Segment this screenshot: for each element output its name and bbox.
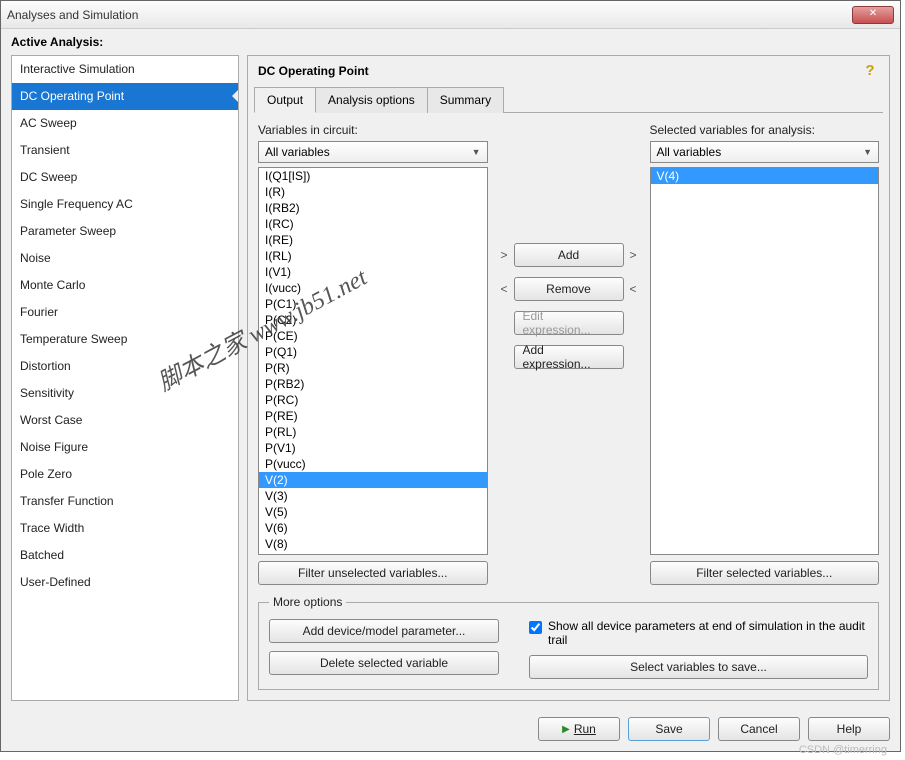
sidebar-item[interactable]: Distortion [12, 353, 238, 380]
listbox-item[interactable]: I(vucc) [259, 280, 487, 296]
sidebar-item[interactable]: Noise Figure [12, 434, 238, 461]
sidebar-item[interactable]: Trace Width [12, 515, 238, 542]
show-all-label[interactable]: Show all device parameters at end of sim… [548, 619, 868, 647]
active-analysis-header: Active Analysis: [1, 29, 900, 55]
arrow-left-icon: < [630, 282, 637, 296]
save-button[interactable]: Save [628, 717, 710, 741]
play-icon: ▶ [562, 724, 570, 735]
selected-filter-combo[interactable]: All variables ▼ [650, 141, 880, 163]
sidebar-item[interactable]: DC Sweep [12, 164, 238, 191]
listbox-item[interactable]: P(C1) [259, 296, 487, 312]
listbox-item[interactable]: P(Q1) [259, 344, 487, 360]
close-button[interactable]: ✕ [852, 6, 894, 24]
panel-title: DC Operating Point [258, 64, 861, 78]
selected-label: Selected variables for analysis: [650, 123, 880, 137]
arrow-right-icon: > [630, 248, 637, 262]
select-variables-save-button[interactable]: Select variables to save... [529, 655, 868, 679]
tab[interactable]: Analysis options [315, 87, 428, 113]
sidebar-item[interactable]: Batched [12, 542, 238, 569]
listbox-item[interactable]: V(5) [259, 504, 487, 520]
variables-label: Variables in circuit: [258, 123, 488, 137]
variables-in-circuit-column: Variables in circuit: All variables ▼ I(… [258, 123, 488, 585]
sidebar-item[interactable]: User-Defined [12, 569, 238, 596]
window-title: Analyses and Simulation [7, 8, 852, 22]
dialog-window: Analyses and Simulation ✕ Active Analysi… [0, 0, 901, 752]
listbox-item[interactable]: P(RL) [259, 424, 487, 440]
listbox-item[interactable]: P(RC) [259, 392, 487, 408]
variables-filter-combo[interactable]: All variables ▼ [258, 141, 488, 163]
sidebar-item[interactable]: Fourier [12, 299, 238, 326]
listbox-item[interactable]: I(RC) [259, 216, 487, 232]
listbox-item[interactable]: I(Q1[IS]) [259, 168, 487, 184]
edit-expression-button[interactable]: Edit expression... [514, 311, 624, 335]
tab-output-body: Variables in circuit: All variables ▼ I(… [254, 113, 883, 694]
main-panel: DC Operating Point ? OutputAnalysis opti… [247, 55, 890, 701]
sidebar-item[interactable]: Transient [12, 137, 238, 164]
listbox-item[interactable]: P(V1) [259, 440, 487, 456]
sidebar-item[interactable]: Noise [12, 245, 238, 272]
dialog-footer: ▶Run Save Cancel Help [1, 707, 900, 751]
delete-selected-var-button[interactable]: Delete selected variable [269, 651, 499, 675]
remove-button[interactable]: Remove [514, 277, 624, 301]
add-device-param-button[interactable]: Add device/model parameter... [269, 619, 499, 643]
chevron-down-icon: ▼ [472, 147, 481, 157]
more-options-group: More options Add device/model parameter.… [258, 595, 879, 690]
listbox-item[interactable]: V(3) [259, 488, 487, 504]
tab-bar: OutputAnalysis optionsSummary [254, 86, 883, 113]
filter-unselected-button[interactable]: Filter unselected variables... [258, 561, 488, 585]
cancel-button[interactable]: Cancel [718, 717, 800, 741]
combo-value: All variables [265, 145, 330, 159]
sidebar-item[interactable]: Single Frequency AC [12, 191, 238, 218]
listbox-item[interactable]: I(RB2) [259, 200, 487, 216]
content-area: Interactive SimulationDC Operating Point… [1, 55, 900, 707]
listbox-item[interactable]: I(RE) [259, 232, 487, 248]
help-button[interactable]: Help [808, 717, 890, 741]
sidebar-item[interactable]: DC Operating Point [12, 83, 238, 110]
transfer-buttons-column: > Add > < Remove < Edit expression... Ad… [494, 123, 644, 585]
filter-selected-button[interactable]: Filter selected variables... [650, 561, 880, 585]
titlebar[interactable]: Analyses and Simulation ✕ [1, 1, 900, 29]
csdn-attribution: CSDN @timerring [799, 744, 887, 756]
sidebar-item[interactable]: Pole Zero [12, 461, 238, 488]
sidebar-item[interactable]: Monte Carlo [12, 272, 238, 299]
sidebar-item[interactable]: Temperature Sweep [12, 326, 238, 353]
arrow-left-icon: < [500, 282, 507, 296]
listbox-item[interactable]: P(R) [259, 360, 487, 376]
add-expression-button[interactable]: Add expression... [514, 345, 624, 369]
listbox-item[interactable]: P(vucc) [259, 456, 487, 472]
sidebar-item[interactable]: Interactive Simulation [12, 56, 238, 83]
more-options-legend: More options [269, 595, 346, 609]
listbox-item[interactable]: P(RE) [259, 408, 487, 424]
sidebar-item[interactable]: Worst Case [12, 407, 238, 434]
listbox-item[interactable]: V(2) [259, 472, 487, 488]
listbox-item[interactable]: V(6) [259, 520, 487, 536]
help-icon[interactable]: ? [861, 62, 879, 80]
tab[interactable]: Summary [427, 87, 504, 113]
listbox-item[interactable]: P(RB2) [259, 376, 487, 392]
analysis-sidebar[interactable]: Interactive SimulationDC Operating Point… [11, 55, 239, 701]
listbox-item[interactable]: V(8) [259, 536, 487, 552]
arrow-right-icon: > [500, 248, 507, 262]
chevron-down-icon: ▼ [863, 147, 872, 157]
listbox-item[interactable]: P(C2) [259, 312, 487, 328]
listbox-item[interactable]: V(4) [651, 168, 879, 184]
listbox-item[interactable]: P(CE) [259, 328, 487, 344]
add-button[interactable]: Add [514, 243, 624, 267]
listbox-item[interactable]: I(V1) [259, 264, 487, 280]
tab[interactable]: Output [254, 87, 316, 113]
run-button[interactable]: ▶Run [538, 717, 620, 741]
sidebar-item[interactable]: Transfer Function [12, 488, 238, 515]
combo-value: All variables [657, 145, 722, 159]
sidebar-item[interactable]: Sensitivity [12, 380, 238, 407]
selected-variables-column: Selected variables for analysis: All var… [650, 123, 880, 585]
variables-listbox[interactable]: I(Q1[IS])I(R)I(RB2)I(RC)I(RE)I(RL)I(V1)I… [258, 167, 488, 555]
show-all-checkbox[interactable] [529, 621, 542, 634]
listbox-item[interactable]: I(R) [259, 184, 487, 200]
listbox-item[interactable]: I(RL) [259, 248, 487, 264]
sidebar-item[interactable]: AC Sweep [12, 110, 238, 137]
selected-listbox[interactable]: V(4) [650, 167, 880, 555]
sidebar-item[interactable]: Parameter Sweep [12, 218, 238, 245]
